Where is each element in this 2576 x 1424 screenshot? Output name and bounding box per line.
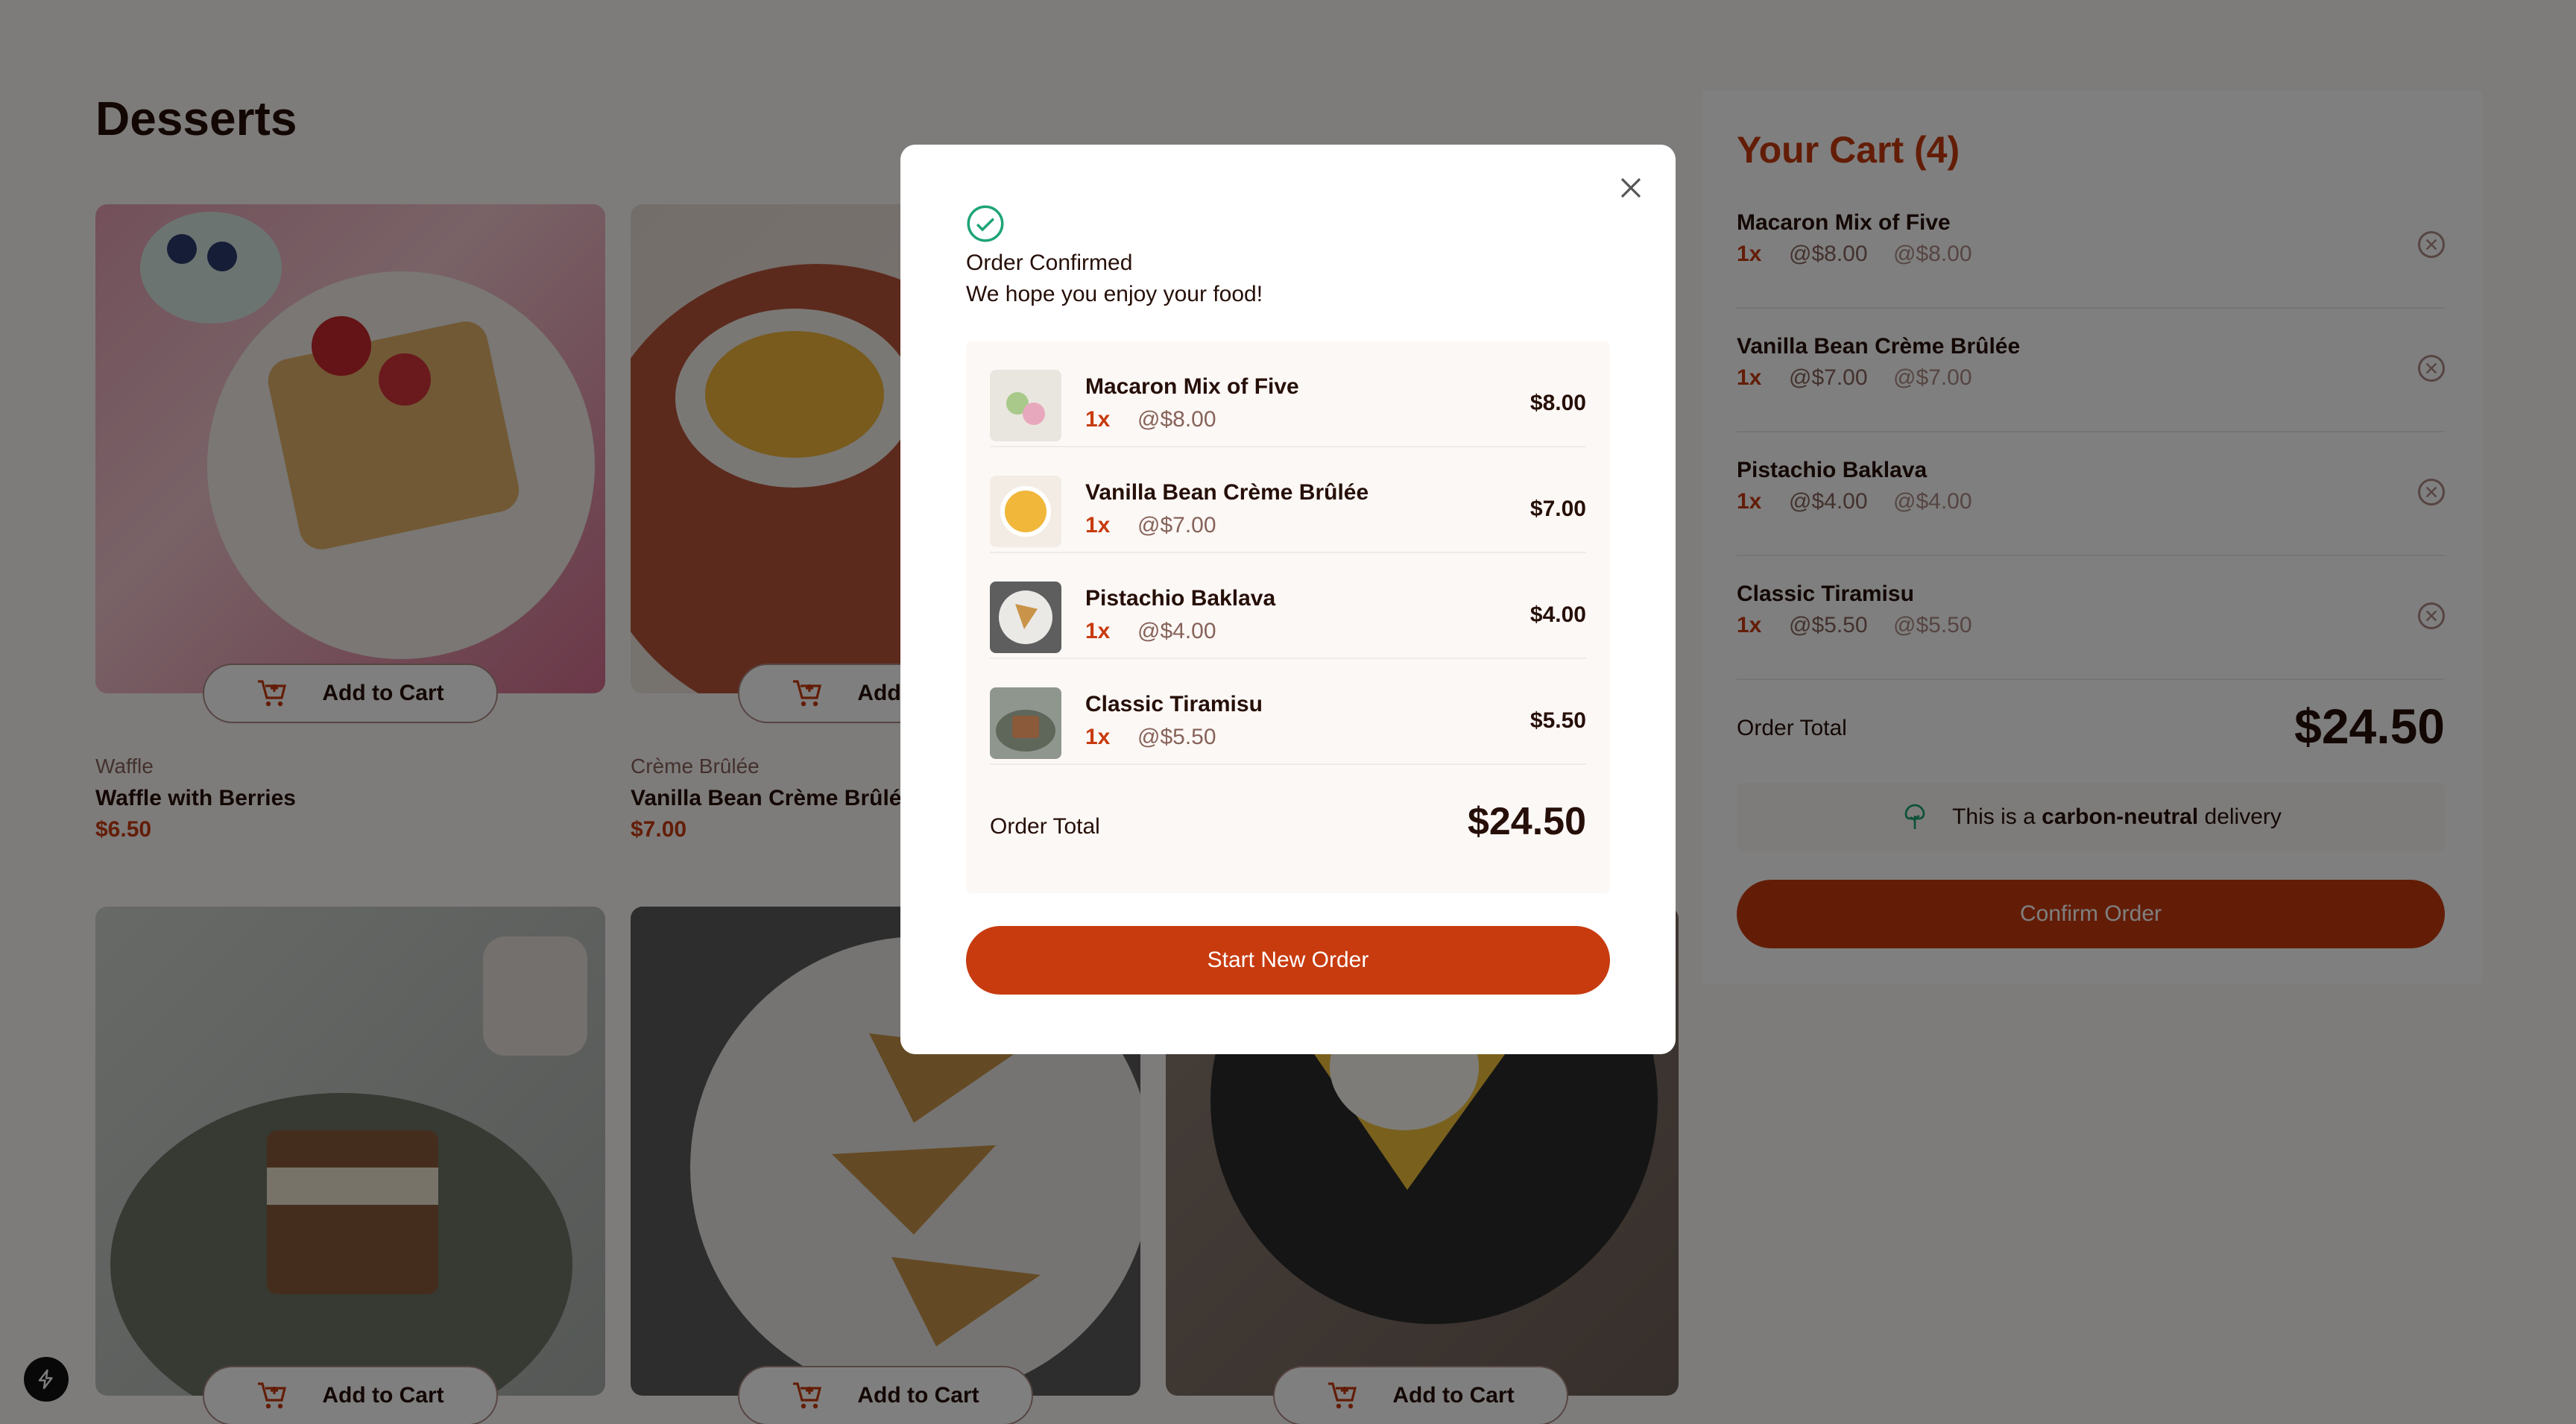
summary-row: Macaron Mix of Five 1x @$8.00 $8.00	[990, 341, 1586, 447]
summary-item-unit-price: @$8.00	[1137, 407, 1216, 432]
item-thumbnail	[990, 687, 1061, 759]
summary-row: Classic Tiramisu 1x @$5.50 $5.50	[990, 659, 1586, 765]
summary-item-name: Pistachio Baklava	[1085, 586, 1276, 611]
order-total-label: Order Total	[990, 814, 1100, 839]
modal-subtitle: We hope you enjoy your food!	[966, 282, 1263, 306]
summary-item-name: Macaron Mix of Five	[1085, 374, 1299, 399]
summary-item-total: $8.00	[1530, 391, 1586, 415]
order-total-value: $24.50	[1467, 800, 1586, 843]
summary-item-total: $4.00	[1530, 602, 1586, 627]
summary-item-unit-price: @$7.00	[1137, 513, 1216, 538]
modal-title: Order Confirmed	[966, 251, 1133, 275]
summary-item-qty: 1x	[1085, 725, 1111, 749]
start-new-order-button[interactable]: Start New Order	[966, 926, 1610, 995]
summary-item-unit-price: @$4.00	[1137, 619, 1216, 643]
order-summary: Macaron Mix of Five 1x @$8.00 $8.00 Vani…	[966, 341, 1610, 893]
summary-row: Pistachio Baklava 1x @$4.00 $4.00	[990, 553, 1586, 659]
item-thumbnail	[990, 370, 1061, 441]
summary-item-unit-price: @$5.50	[1137, 725, 1216, 749]
summary-item-name: Classic Tiramisu	[1085, 692, 1263, 716]
summary-item-name: Vanilla Bean Crème Brûlée	[1085, 480, 1369, 505]
summary-item-qty: 1x	[1085, 407, 1111, 432]
summary-item-total: $7.00	[1530, 497, 1586, 521]
close-icon[interactable]	[1616, 173, 1646, 203]
item-thumbnail	[990, 582, 1061, 653]
summary-item-qty: 1x	[1085, 513, 1111, 538]
item-thumbnail	[990, 476, 1061, 547]
order-confirmed-modal: Order Confirmed We hope you enjoy your f…	[900, 145, 1676, 1054]
summary-row: Vanilla Bean Crème Brûlée 1x @$7.00 $7.0…	[990, 447, 1586, 553]
check-circle-icon	[967, 205, 1004, 242]
summary-item-qty: 1x	[1085, 619, 1111, 643]
summary-item-total: $5.50	[1530, 708, 1586, 733]
